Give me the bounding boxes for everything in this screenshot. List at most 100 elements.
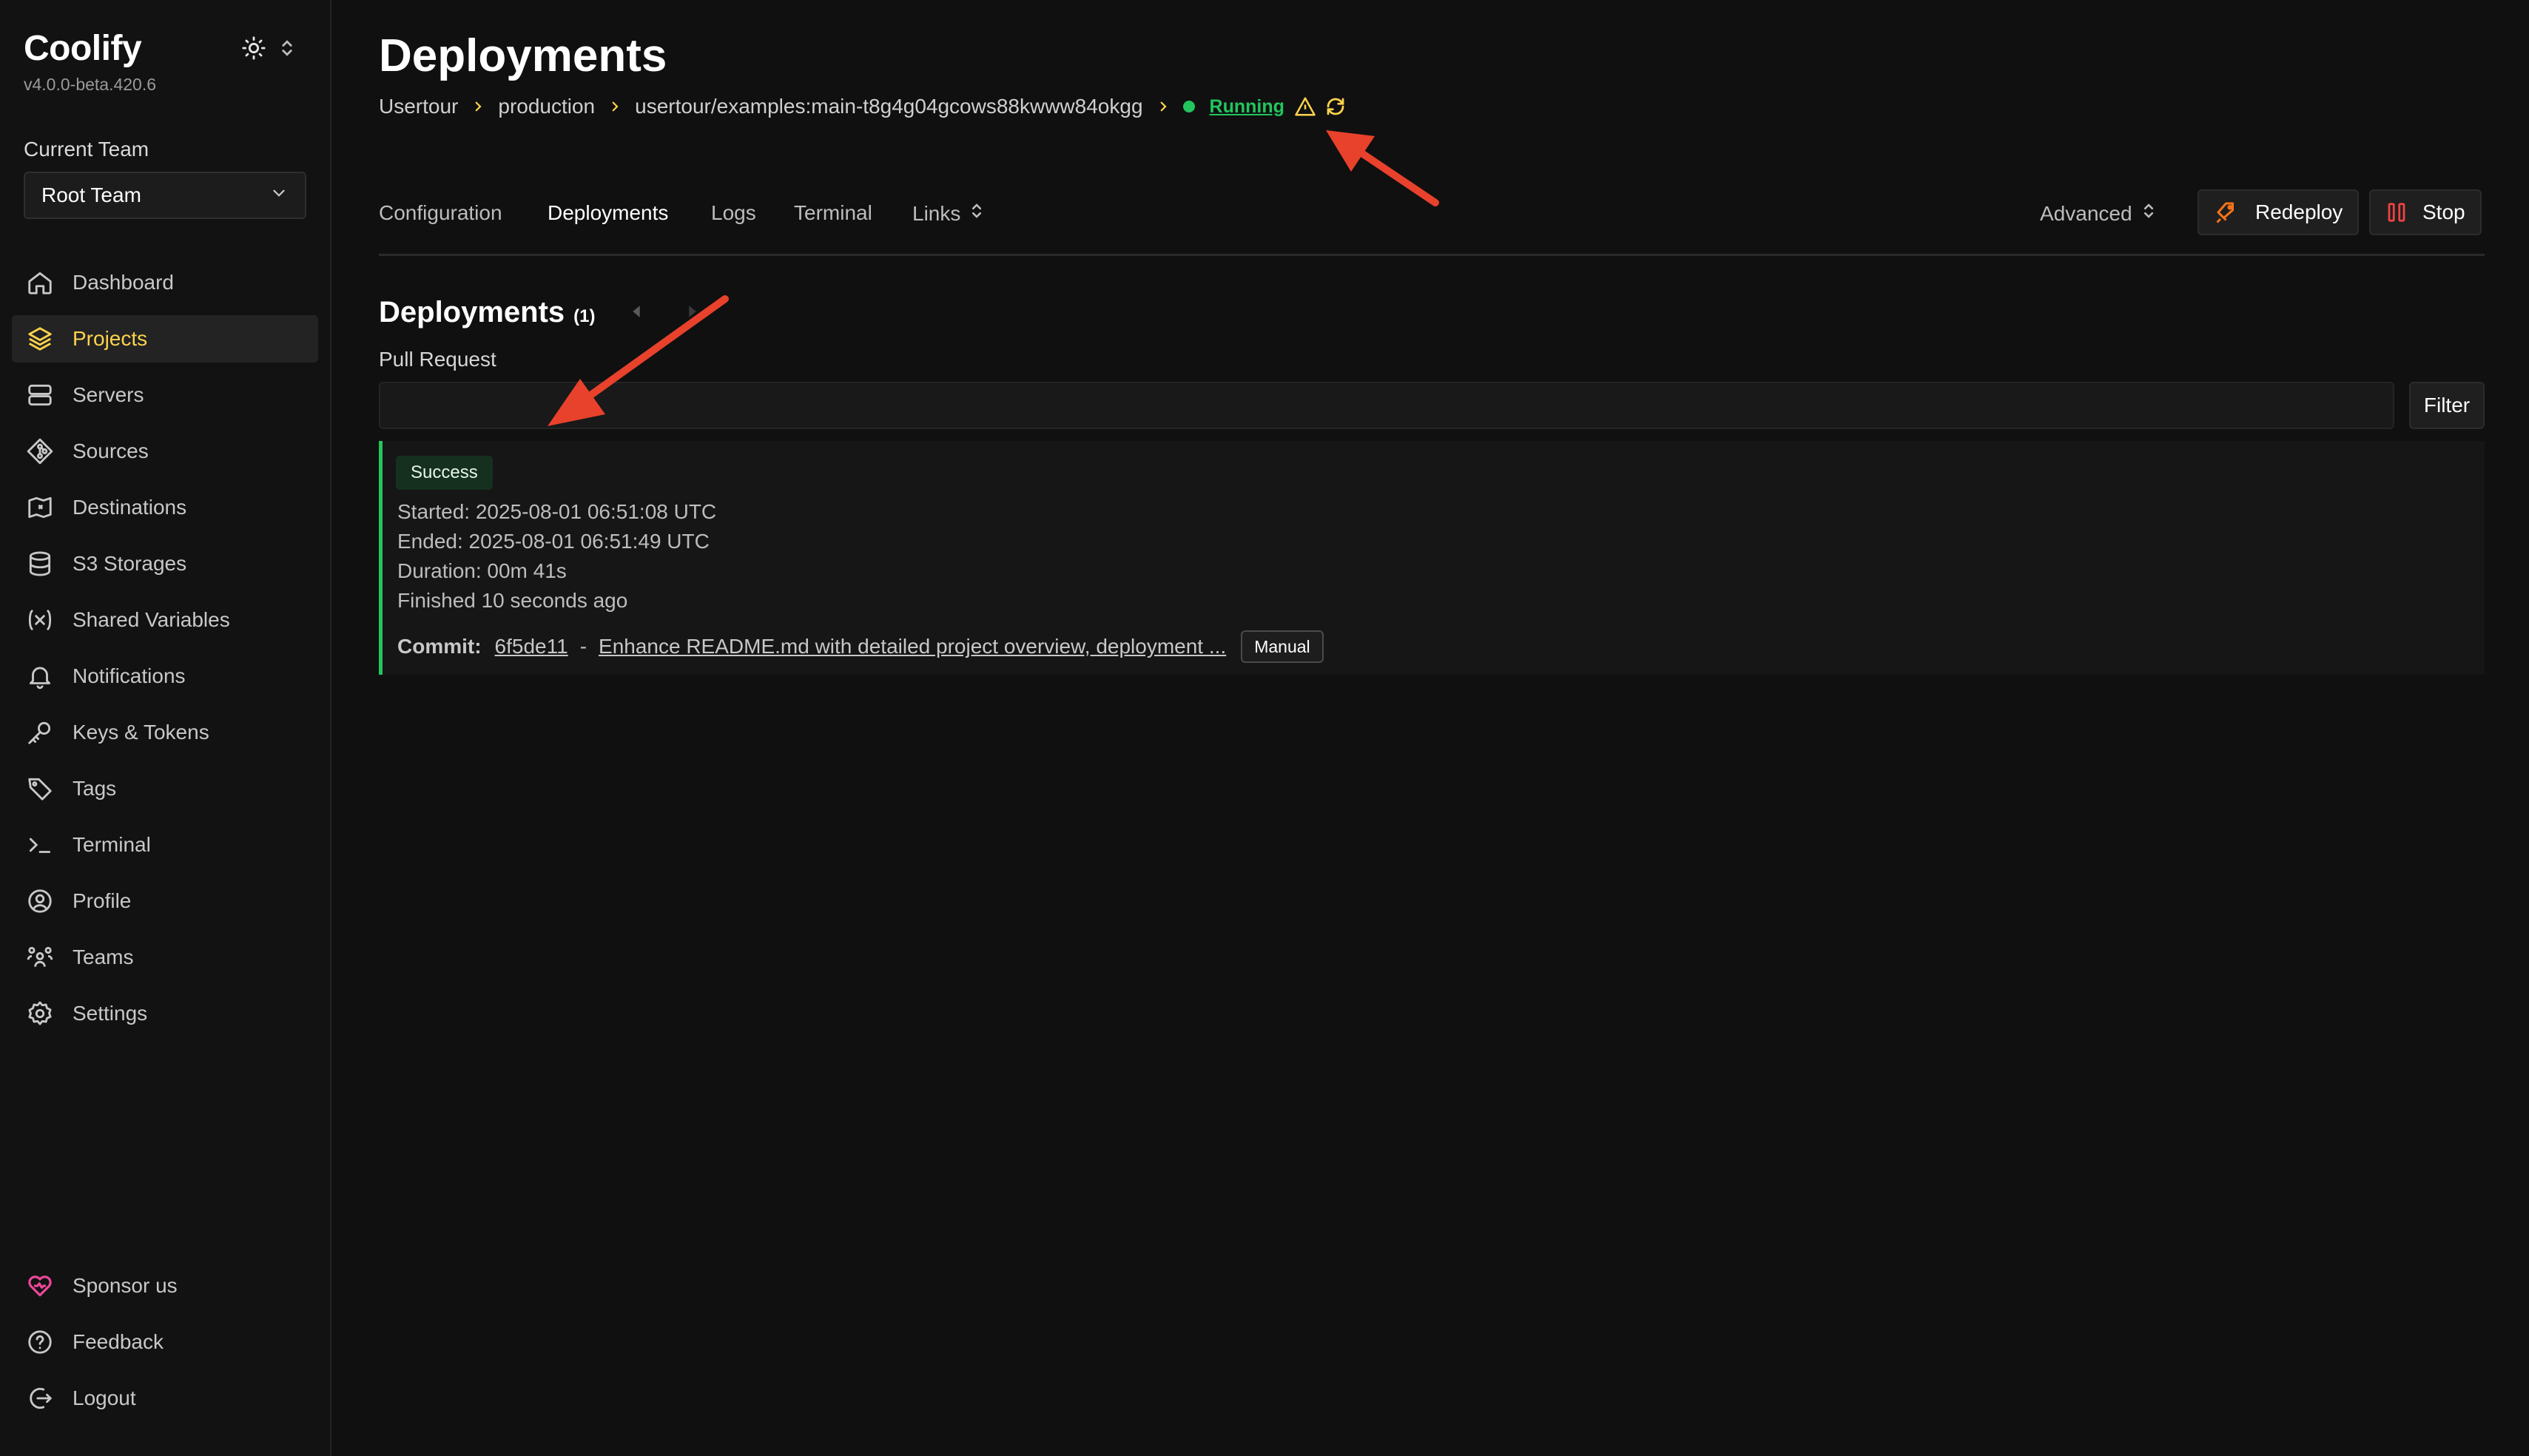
sidebar-item-label: Terminal xyxy=(73,833,151,856)
tab-deployments[interactable]: Deployments xyxy=(548,201,668,225)
team-select-value: Root Team xyxy=(41,183,141,206)
sidebar-item-keys-tokens[interactable]: Keys & Tokens xyxy=(12,709,318,756)
commit-label: Commit: xyxy=(397,635,482,658)
status-dot xyxy=(1182,101,1195,112)
deployment-duration: Duration: 00m 41s xyxy=(397,559,567,582)
sidebar-item-label: Feedback xyxy=(73,1330,164,1353)
deployments-count: (1) xyxy=(573,306,596,326)
commit-row: Commit: 6f5de11 - Enhance README.md with… xyxy=(397,630,1324,663)
help-circle-icon xyxy=(25,1327,55,1357)
filter-button[interactable]: Filter xyxy=(2409,382,2485,429)
bell-icon xyxy=(25,661,55,691)
sidebar-item-sources[interactable]: Sources xyxy=(12,428,318,475)
commit-message-link[interactable]: Enhance README.md with detailed project … xyxy=(599,635,1226,658)
status-badge: Success xyxy=(396,456,493,490)
sidebar-item-label: Keys & Tokens xyxy=(73,721,209,744)
sidebar-item-terminal[interactable]: Terminal xyxy=(12,821,318,869)
deployment-item[interactable]: Success Started: 2025-08-01 06:51:08 UTC… xyxy=(379,441,2485,675)
variable-icon xyxy=(25,605,55,635)
breadcrumb-project[interactable]: Usertour xyxy=(379,95,458,118)
sidebar-item-s3-storages[interactable]: S3 Storages xyxy=(12,540,318,587)
refresh-icon[interactable] xyxy=(1324,95,1347,118)
breadcrumb: Usertour production usertour/examples:ma… xyxy=(379,95,1347,118)
sidebar-item-shared-variables[interactable]: Shared Variables xyxy=(12,596,318,644)
commit-hash-link[interactable]: 6f5de11 xyxy=(495,635,568,658)
theme-toggle[interactable] xyxy=(241,36,294,64)
sidebar-item-sponsor[interactable]: Sponsor us xyxy=(12,1262,318,1310)
heart-icon xyxy=(25,1271,55,1301)
chevron-right-icon xyxy=(1156,100,1170,113)
deployments-heading: Deployments (1) xyxy=(379,296,596,329)
trigger-badge: Manual xyxy=(1241,630,1324,663)
map-icon xyxy=(25,493,55,522)
sidebar-item-notifications[interactable]: Notifications xyxy=(12,653,318,700)
caret-right-icon[interactable] xyxy=(687,303,698,323)
database-icon xyxy=(25,549,55,579)
redeploy-label: Redeploy xyxy=(2255,200,2343,223)
sidebar-item-label: Tags xyxy=(73,777,117,800)
sidebar-item-servers[interactable]: Servers xyxy=(12,371,318,419)
sidebar-item-label: Sponsor us xyxy=(73,1274,178,1297)
layers-icon xyxy=(25,324,55,354)
current-team-label: Current Team xyxy=(24,138,149,161)
deployments-heading-text: Deployments xyxy=(379,296,565,328)
chevron-updown-icon xyxy=(2143,201,2155,226)
sidebar-item-feedback[interactable]: Feedback xyxy=(12,1318,318,1366)
annotation-arrow-status xyxy=(1326,130,1439,206)
app-version: v4.0.0-beta.420.6 xyxy=(24,75,157,94)
brand: Coolify v4.0.0-beta.420.6 xyxy=(24,28,156,95)
breadcrumb-resource[interactable]: usertour/examples:main-t8g4g04gcows88kww… xyxy=(635,95,1142,118)
sidebar-item-label: S3 Storages xyxy=(73,552,187,575)
breadcrumb-environment[interactable]: production xyxy=(498,95,595,118)
git-icon xyxy=(25,437,55,466)
pull-request-input[interactable] xyxy=(379,382,2394,429)
sidebar-item-label: Sources xyxy=(73,439,149,462)
sidebar-item-label: Destinations xyxy=(73,496,187,519)
sidebar-item-logout[interactable]: Logout xyxy=(12,1375,318,1422)
sidebar-item-dashboard[interactable]: Dashboard xyxy=(12,259,318,306)
sidebar-item-profile[interactable]: Profile xyxy=(12,877,318,925)
tab-links[interactable]: Links xyxy=(912,201,983,226)
caret-left-icon[interactable] xyxy=(630,303,642,323)
status-running-link[interactable]: Running xyxy=(1210,96,1284,118)
key-icon xyxy=(25,718,55,747)
app-name[interactable]: Coolify xyxy=(24,28,156,69)
chevron-right-icon xyxy=(471,100,485,113)
sidebar-bottom-nav: Sponsor us Feedback Logout xyxy=(12,1262,318,1431)
deployment-finished: Finished 10 seconds ago xyxy=(397,589,628,612)
sidebar-item-label: Servers xyxy=(73,383,144,406)
tab-logs[interactable]: Logs xyxy=(711,201,756,225)
users-icon xyxy=(25,943,55,972)
advanced-menu[interactable]: Advanced xyxy=(2040,201,2155,226)
chevron-down-icon xyxy=(269,183,289,208)
stop-button[interactable]: Stop xyxy=(2369,189,2482,235)
tab-links-label: Links xyxy=(912,201,961,225)
sidebar-item-tags[interactable]: Tags xyxy=(12,765,318,812)
chevron-updown-icon xyxy=(971,201,983,226)
sidebar-item-settings[interactable]: Settings xyxy=(12,990,318,1037)
terminal-icon xyxy=(25,830,55,860)
tag-icon xyxy=(25,774,55,803)
sidebar: Coolify v4.0.0-beta.420.6 Current Team R… xyxy=(0,0,331,1456)
sidebar-item-label: Settings xyxy=(73,1002,148,1025)
server-icon xyxy=(25,380,55,410)
stop-icon xyxy=(2385,200,2408,224)
sidebar-item-projects[interactable]: Projects xyxy=(12,315,318,363)
tab-terminal[interactable]: Terminal xyxy=(794,201,872,225)
gear-icon xyxy=(25,999,55,1028)
pagination xyxy=(630,303,698,323)
stop-label: Stop xyxy=(2422,200,2465,223)
warning-icon[interactable] xyxy=(1293,95,1317,118)
sidebar-item-label: Projects xyxy=(73,327,148,350)
sidebar-item-label: Logout xyxy=(73,1386,136,1409)
chevron-right-icon xyxy=(608,100,622,113)
user-circle-icon xyxy=(25,886,55,916)
sidebar-item-destinations[interactable]: Destinations xyxy=(12,484,318,531)
sidebar-item-teams[interactable]: Teams xyxy=(12,934,318,981)
page-title: Deployments xyxy=(379,30,667,81)
redeploy-button[interactable]: Redeploy xyxy=(2198,189,2360,235)
tab-configuration[interactable]: Configuration xyxy=(379,201,502,225)
pull-request-label: Pull Request xyxy=(379,348,496,371)
team-select[interactable]: Root Team xyxy=(24,172,306,219)
home-icon xyxy=(25,268,55,297)
